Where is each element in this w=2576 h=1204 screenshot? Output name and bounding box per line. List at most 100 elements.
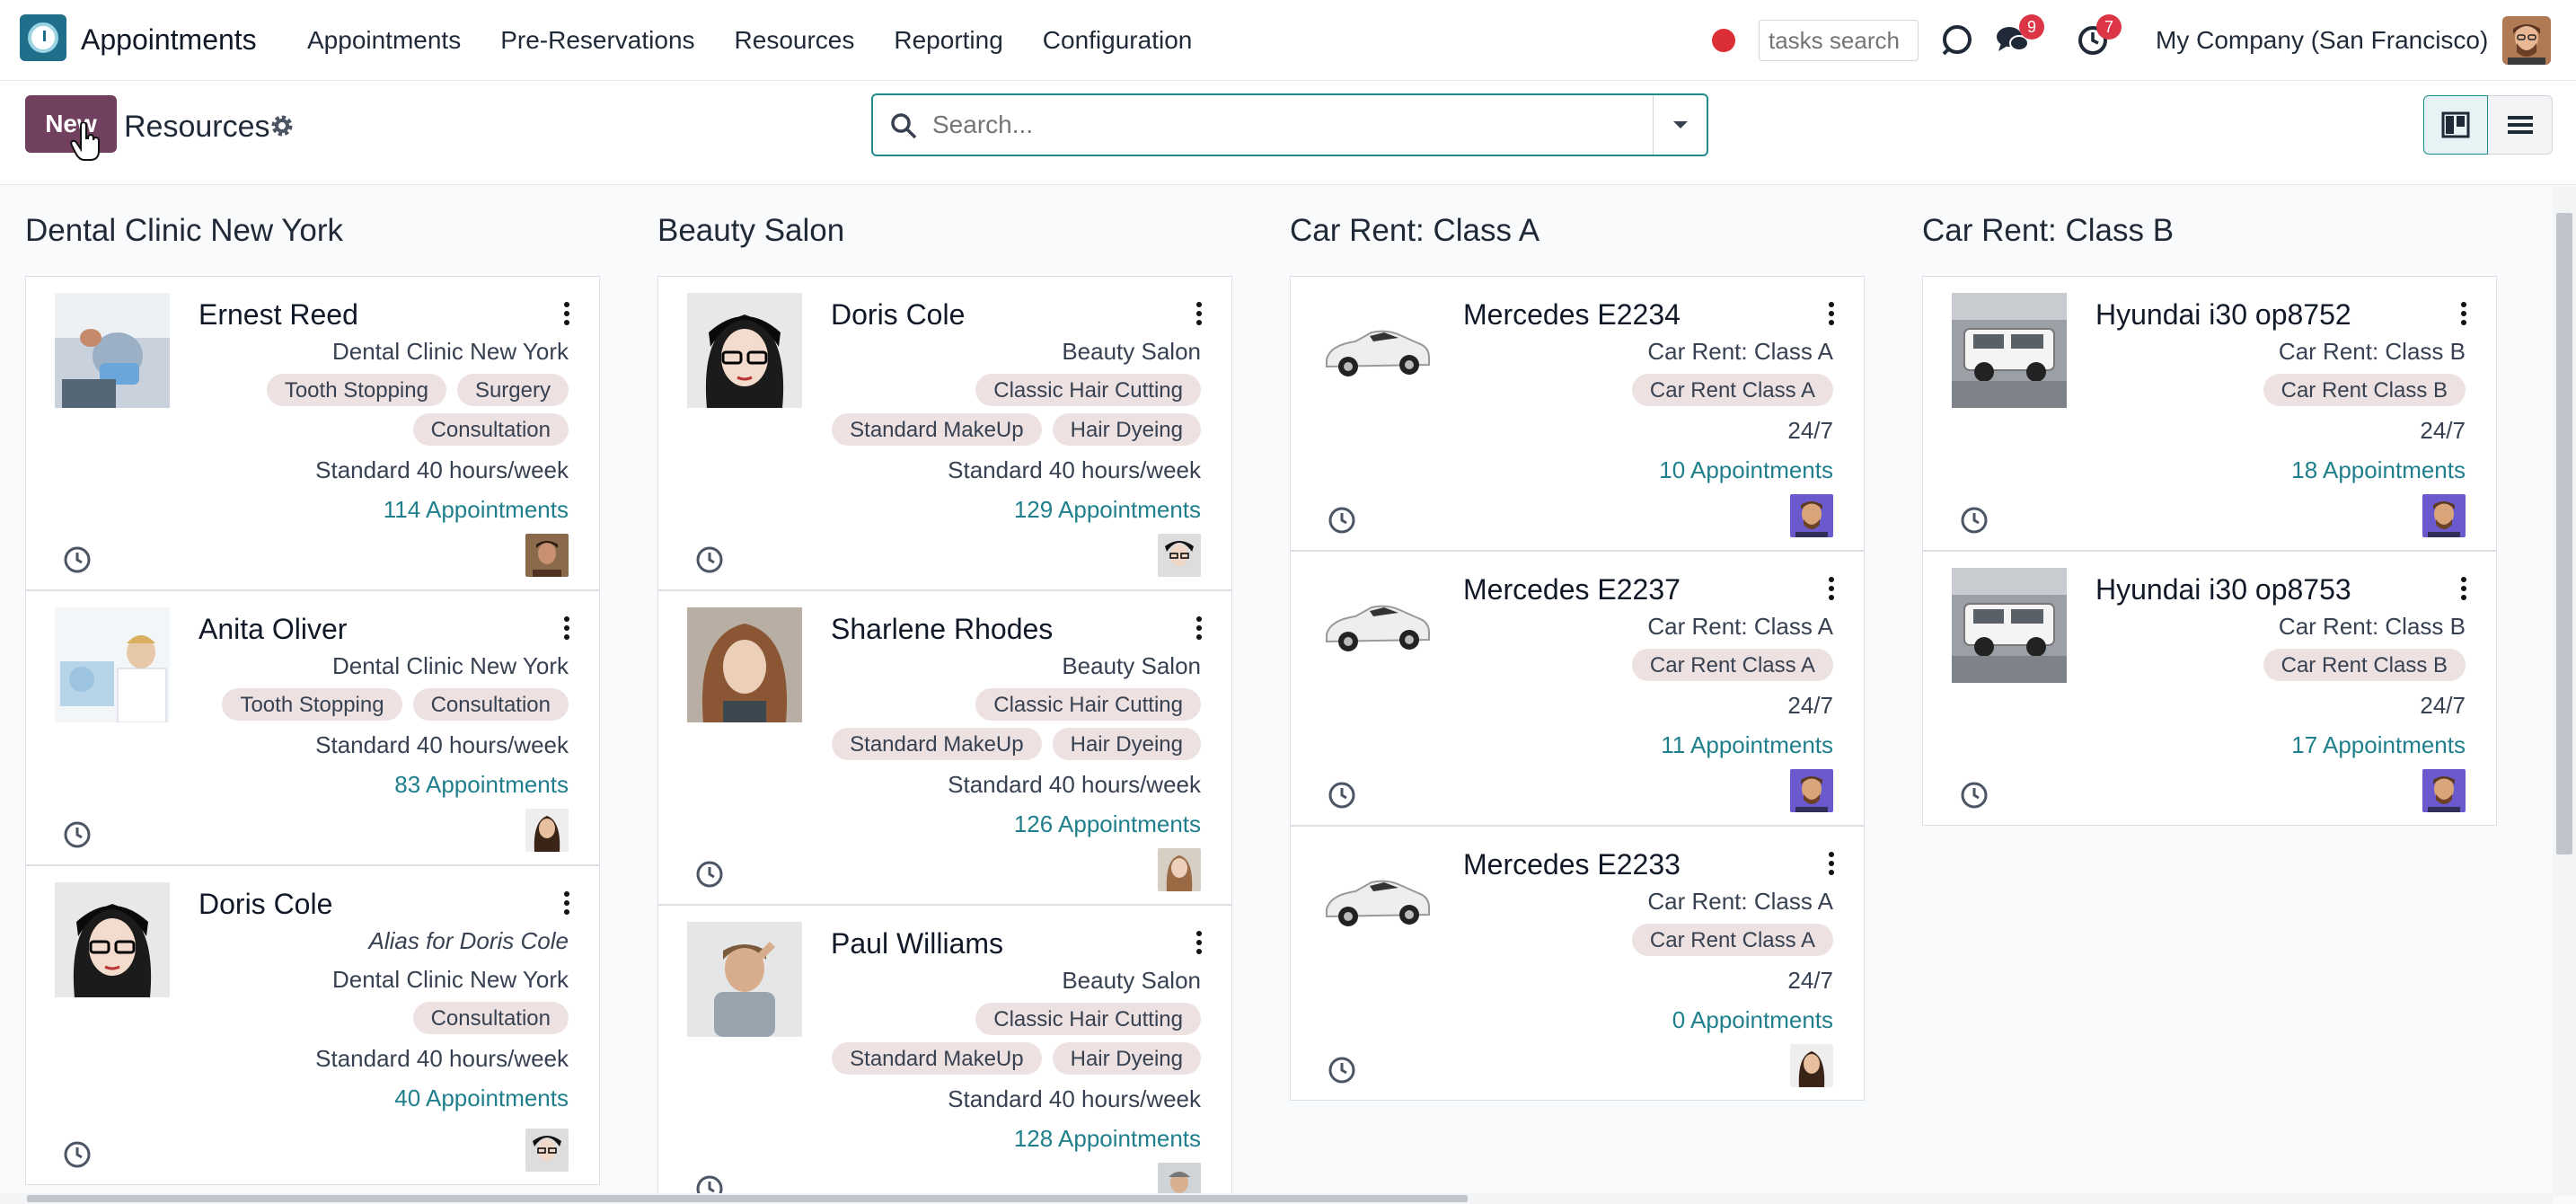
user-avatar-thumbnail[interactable]	[525, 1129, 569, 1172]
activity-clock-icon[interactable]	[62, 1139, 93, 1170]
activities-badge: 7	[2096, 14, 2122, 40]
user-avatar-thumbnail[interactable]	[525, 809, 569, 852]
kebab-menu-icon[interactable]	[561, 615, 572, 642]
kebab-menu-icon[interactable]	[561, 890, 572, 916]
recording-indicator-icon[interactable]	[1712, 29, 1735, 52]
column-title[interactable]: Car Rent: Class B	[1922, 213, 2174, 249]
user-avatar-thumbnail[interactable]	[1790, 769, 1833, 812]
resource-card[interactable]: Doris Cole Alias for Doris Cole Dental Cli…	[25, 865, 600, 1185]
column-title[interactable]: Dental Clinic New York	[25, 213, 343, 249]
activity-clock-icon[interactable]	[1327, 780, 1357, 810]
working-schedule: Standard 40 hours/week	[948, 1085, 1201, 1112]
activity-clock-icon[interactable]	[1959, 505, 1989, 536]
appointments-count-link[interactable]: 128 Appointments	[1014, 1125, 1201, 1153]
resource-location: Dental Clinic New York	[331, 338, 569, 365]
user-avatar-thumbnail[interactable]	[1158, 534, 1201, 577]
user-avatar-thumbnail[interactable]	[1790, 1044, 1833, 1087]
activity-clock-icon[interactable]	[62, 819, 93, 850]
app-logo-icon[interactable]	[20, 14, 66, 61]
vertical-scrollbar[interactable]	[2553, 186, 2576, 1196]
appointments-count-link[interactable]: 83 Appointments	[394, 771, 569, 799]
user-avatar-thumbnail[interactable]	[1158, 848, 1201, 891]
resource-card[interactable]: Hyundai i30 op8753 Car Rent: Class B Car R…	[1922, 551, 2497, 826]
kebab-menu-icon[interactable]	[1194, 929, 1204, 956]
resource-tag: Car Rent Class A	[1631, 924, 1833, 956]
appointments-count-link[interactable]: 18 Appointments	[2291, 456, 2466, 484]
kanban-view-button[interactable]	[2423, 95, 2488, 155]
appointments-count-link[interactable]: 17 Appointments	[2291, 731, 2466, 759]
tag-row: Classic Hair Cutting	[975, 688, 1201, 721]
resource-card[interactable]: Anita Oliver Dental Clinic New York Tooth …	[25, 590, 600, 865]
resource-card[interactable]: Ernest Reed Dental Clinic New York Tooth S…	[25, 276, 600, 590]
voip-phone-icon[interactable]	[1938, 22, 1974, 58]
resource-tag: Tooth Stopping	[266, 374, 446, 406]
activity-clock-icon[interactable]	[694, 859, 725, 890]
gear-icon[interactable]	[269, 113, 295, 138]
resource-image	[55, 882, 170, 997]
resource-image	[55, 293, 170, 408]
resource-tag: Tooth Stopping	[222, 688, 402, 721]
list-view-button[interactable]	[2488, 95, 2553, 155]
resource-card[interactable]: Mercedes E2237 Car Rent: Class A Car Rent …	[1290, 551, 1865, 826]
resource-location: Car Rent: Class B	[2278, 338, 2466, 365]
resource-location: Car Rent: Class A	[1647, 888, 1833, 915]
resource-card[interactable]: Mercedes E2234 Car Rent: Class A Car Rent …	[1290, 276, 1865, 551]
appointments-count-link[interactable]: 129 Appointments	[1014, 496, 1201, 524]
column-title[interactable]: Beauty Salon	[657, 213, 844, 249]
tag-row: Classic Hair Cutting	[975, 374, 1201, 406]
activity-clock-icon[interactable]	[1327, 1055, 1357, 1085]
activity-clock-icon[interactable]	[694, 544, 725, 575]
menu-reporting[interactable]: Reporting	[894, 26, 1002, 55]
user-avatar-thumbnail[interactable]	[1158, 1163, 1201, 1196]
appointments-count-link[interactable]: 0 Appointments	[1672, 1006, 1833, 1034]
kebab-menu-icon[interactable]	[1826, 575, 1837, 602]
kebab-menu-icon[interactable]	[1194, 300, 1204, 327]
menu-resources[interactable]: Resources	[735, 26, 855, 55]
search-options-toggle[interactable]	[1653, 95, 1707, 155]
appointments-count-link[interactable]: 114 Appointments	[384, 496, 569, 524]
menu-configuration[interactable]: Configuration	[1043, 26, 1193, 55]
working-schedule: Standard 40 hours/week	[948, 771, 1201, 798]
activity-clock-icon[interactable]	[1959, 780, 1989, 810]
kebab-menu-icon[interactable]	[2458, 300, 2469, 327]
menu-appointments[interactable]: Appointments	[307, 26, 461, 55]
user-avatar-thumbnail[interactable]	[525, 534, 569, 577]
appointments-count-link[interactable]: 10 Appointments	[1659, 456, 1833, 484]
appointments-count-link[interactable]: 40 Appointments	[394, 1084, 569, 1112]
resource-image	[1319, 568, 1434, 683]
appointments-count-link[interactable]: 126 Appointments	[1014, 810, 1201, 838]
top-navbar: Appointments Appointments Pre-Reservatio…	[0, 0, 2576, 81]
resource-card[interactable]: Doris Cole Beauty Salon Classic Hair Cutti…	[657, 276, 1232, 590]
kebab-menu-icon[interactable]	[1826, 300, 1837, 327]
working-schedule: Standard 40 hours/week	[315, 1045, 569, 1072]
activity-clock-icon[interactable]	[1327, 505, 1357, 536]
resource-image	[687, 607, 802, 722]
resource-card[interactable]: Mercedes E2233 Car Rent: Class A Car Rent …	[1290, 826, 1865, 1101]
kebab-menu-icon[interactable]	[561, 300, 572, 327]
resource-location: Dental Clinic New York	[331, 652, 569, 679]
kebab-menu-icon[interactable]	[1826, 850, 1837, 877]
user-avatar-thumbnail[interactable]	[2422, 494, 2466, 537]
resource-tag: Car Rent Class A	[1631, 374, 1833, 406]
horizontal-scrollbar[interactable]	[0, 1193, 2553, 1204]
column-title[interactable]: Car Rent: Class A	[1290, 213, 1539, 249]
kebab-menu-icon[interactable]	[2458, 575, 2469, 602]
kebab-menu-icon[interactable]	[1194, 615, 1204, 642]
search-input[interactable]	[932, 106, 1615, 144]
resource-card[interactable]: Hyundai i30 op8752 Car Rent: Class B Car R…	[1922, 276, 2497, 551]
company-switcher[interactable]: My Company (San Francisco)	[2156, 26, 2488, 55]
tasks-search-input[interactable]	[1759, 20, 1919, 61]
user-avatar-thumbnail[interactable]	[1790, 494, 1833, 537]
activity-clock-icon[interactable]	[62, 544, 93, 575]
control-panel: New Resources	[0, 81, 2576, 185]
app-name[interactable]: Appointments	[81, 23, 257, 57]
working-schedule: Standard 40 hours/week	[948, 456, 1201, 483]
kanban-column: Beauty Salon Doris Cole Beauty Salon Classi…	[657, 186, 1232, 1196]
user-avatar-thumbnail[interactable]	[2422, 769, 2466, 812]
appointments-count-link[interactable]: 11 Appointments	[1661, 731, 1833, 759]
user-avatar[interactable]	[2502, 16, 2551, 65]
resource-card[interactable]: Paul Williams Beauty Salon Classic Hair Cu…	[657, 905, 1232, 1196]
resource-name: Hyundai i30 op8753	[2095, 573, 2351, 606]
resource-card[interactable]: Sharlene Rhodes Beauty Salon Classic Hair …	[657, 590, 1232, 905]
menu-pre-reservations[interactable]: Pre-Reservations	[500, 26, 694, 55]
